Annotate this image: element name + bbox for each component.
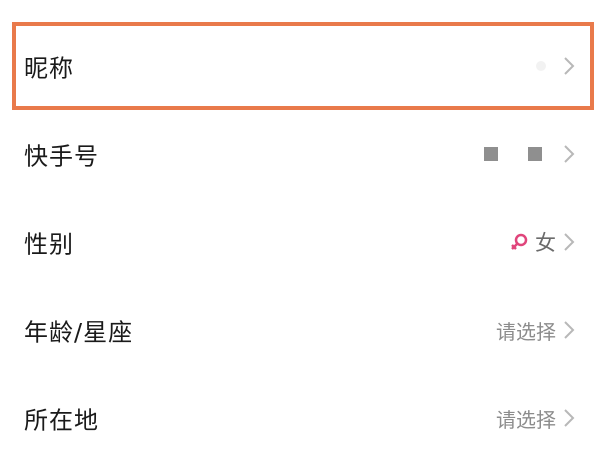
nickname-value-placeholder: [536, 61, 546, 71]
kuaishou-id-label: 快手号: [24, 142, 99, 171]
mask-block: [484, 147, 498, 161]
nickname-label: 昵称: [24, 54, 74, 83]
chevron-right-icon: [562, 56, 576, 76]
location-value-area: 请选择: [496, 403, 576, 433]
chevron-right-icon: [562, 320, 576, 340]
mask-block: [528, 147, 542, 161]
age-constellation-label: 年龄/星座: [24, 318, 134, 347]
age-constellation-value: 请选择: [496, 319, 556, 344]
location-label: 所在地: [24, 406, 99, 435]
age-constellation-value-area: 请选择: [496, 315, 576, 345]
chevron-right-icon: [562, 408, 576, 428]
row-nickname[interactable]: 昵称: [0, 22, 600, 110]
gender-label: 性别: [24, 230, 74, 259]
kuaishou-id-value-area: [484, 139, 576, 169]
gender-value-area: 女: [509, 227, 576, 257]
chevron-right-icon: [562, 144, 576, 164]
location-value: 请选择: [496, 407, 556, 432]
row-gender[interactable]: 性别 女: [0, 198, 600, 286]
row-age-constellation[interactable]: 年龄/星座 请选择: [0, 286, 600, 374]
row-kuaishou-id[interactable]: 快手号: [0, 110, 600, 198]
row-location[interactable]: 所在地 请选择: [0, 374, 600, 450]
profile-edit-screen: 昵称 快手号 性别 女 年龄/星座 请选择 所在地 请选择: [0, 0, 600, 450]
nickname-value-area: [536, 51, 576, 81]
gender-value: 女: [535, 231, 556, 255]
chevron-right-icon: [562, 232, 576, 252]
kuaishou-id-masked-value: [484, 147, 542, 161]
female-symbol-icon: [509, 232, 529, 252]
